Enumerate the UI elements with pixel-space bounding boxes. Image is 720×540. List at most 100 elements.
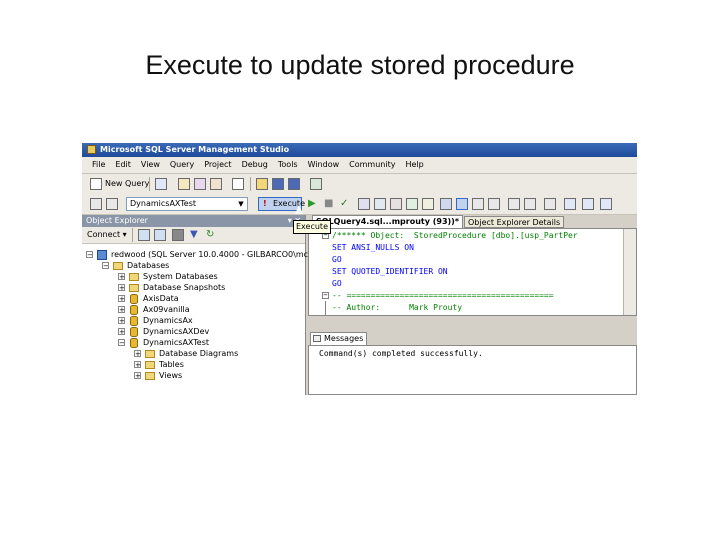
estimated-plan-icon[interactable]	[358, 198, 370, 210]
tree-node-label: Views	[159, 371, 183, 380]
menu-community[interactable]: Community	[344, 157, 400, 173]
expand-icon[interactable]: +	[118, 306, 125, 314]
server-icon	[97, 250, 107, 260]
new-file-icon[interactable]	[232, 178, 244, 190]
uncomment-icon[interactable]	[488, 198, 500, 210]
specify-values-icon[interactable]	[544, 198, 556, 210]
menu-project[interactable]: Project	[199, 157, 236, 173]
result-message: Command(s) completed successfully.	[319, 349, 483, 358]
sql-editor-toolbar: DynamicsAXTest ▼ ! Execute ▶ ■ ✓	[82, 194, 637, 215]
menu-help[interactable]: Help	[400, 157, 428, 173]
activity-monitor-icon[interactable]	[310, 178, 322, 190]
properties-icon[interactable]	[564, 198, 576, 210]
results-tab-strip: Messages	[308, 332, 637, 345]
folder-icon	[145, 361, 155, 369]
chevron-down-icon[interactable]: ▼	[236, 198, 246, 210]
mouse-cursor-icon	[295, 205, 303, 214]
results-to-grid-icon[interactable]	[406, 198, 418, 210]
expand-icon[interactable]: +	[118, 328, 125, 336]
open-file-icon[interactable]	[256, 178, 268, 190]
debug-play-icon[interactable]: ▶	[308, 198, 320, 210]
tree-node-label: System Databases	[143, 272, 218, 281]
menu-bar: File Edit View Query Project Debug Tools Window…	[82, 157, 637, 174]
xmla-query-icon[interactable]	[210, 178, 222, 190]
tree-node-label: redwood (SQL Server 10.0.4000 - GILBARCO…	[111, 250, 317, 259]
code-line: GO	[332, 279, 342, 288]
save-icon[interactable]	[272, 178, 284, 190]
connect-object-icon[interactable]	[138, 229, 150, 241]
menu-edit[interactable]: Edit	[110, 157, 136, 173]
new-query-icon[interactable]	[90, 178, 102, 190]
menu-debug[interactable]: Debug	[237, 157, 273, 173]
collapse-icon[interactable]: −	[118, 339, 125, 347]
code-line: /****** Object: StoredProcedure [dbo].[u…	[332, 231, 578, 240]
expand-icon[interactable]: +	[134, 361, 141, 369]
toolbar-separator	[149, 177, 150, 191]
tab-messages-label: Messages	[324, 334, 364, 343]
tab-object-explorer-details[interactable]: Object Explorer Details	[464, 216, 565, 228]
menu-window[interactable]: Window	[303, 157, 345, 173]
database-icon	[130, 338, 138, 348]
editor-tab-strip: SQLQuery4.sql...mprouty (93))* Object Ex…	[308, 215, 637, 228]
analysis-query-icon[interactable]	[178, 178, 190, 190]
folder-icon	[129, 273, 139, 281]
folder-icon	[145, 372, 155, 380]
expand-icon[interactable]: +	[134, 350, 141, 358]
include-plan-icon[interactable]	[440, 198, 452, 210]
save-all-icon[interactable]	[288, 178, 300, 190]
code-line: SET ANSI_NULLS ON	[332, 243, 414, 252]
expand-icon[interactable]: +	[118, 295, 125, 303]
expand-icon[interactable]: +	[118, 284, 125, 292]
filter-icon[interactable]: ▼	[190, 229, 202, 241]
available-databases-value: DynamicsAXTest	[130, 199, 197, 208]
results-to-file-icon[interactable]	[422, 198, 434, 210]
new-query-button[interactable]: New Query	[105, 178, 149, 190]
outline-margin	[325, 301, 326, 315]
query-editor[interactable]: − − /****** Object: StoredProcedure [dbo…	[308, 228, 637, 316]
expand-icon[interactable]: +	[134, 372, 141, 380]
toolbox-icon[interactable]	[582, 198, 594, 210]
execute-icon: !	[263, 199, 267, 208]
tree-node-label: DynamicsAx	[143, 316, 193, 325]
parse-icon[interactable]: ✓	[340, 198, 352, 210]
template-icon[interactable]	[600, 198, 612, 210]
tab-messages[interactable]: Messages	[310, 332, 368, 345]
folder-icon	[129, 284, 139, 292]
results-pane[interactable]: Command(s) completed successfully.	[308, 345, 637, 395]
database-engine-query-icon[interactable]	[155, 178, 167, 190]
expand-icon[interactable]: +	[118, 317, 125, 325]
connect-button[interactable]: Connect ▾	[87, 229, 127, 241]
comment-out-icon[interactable]	[472, 198, 484, 210]
menu-file[interactable]: File	[82, 157, 110, 173]
tree-node-label: DynamicsAXDev	[143, 327, 210, 336]
code-line: GO	[332, 255, 342, 264]
collapse-icon[interactable]: −	[102, 262, 109, 270]
menu-view[interactable]: View	[136, 157, 165, 173]
collapse-region-icon[interactable]: −	[322, 292, 329, 299]
execute-tooltip: Execute	[293, 220, 331, 234]
cancel-query-icon[interactable]: ■	[324, 198, 336, 210]
tab-query-editor[interactable]: SQLQuery4.sql...mprouty (93))*	[312, 215, 464, 228]
refresh-icon[interactable]: ↻	[206, 229, 218, 241]
stop-icon[interactable]	[172, 229, 184, 241]
tree-node-label: DynamicsAXTest	[143, 338, 210, 347]
results-to-text-icon[interactable]	[390, 198, 402, 210]
collapse-icon[interactable]: −	[86, 251, 93, 259]
vertical-scrollbar[interactable]	[623, 229, 636, 315]
available-databases-select[interactable]: DynamicsAXTest ▼	[126, 197, 248, 211]
query-designer-icon[interactable]	[374, 198, 386, 210]
tree-node-label: Tables	[159, 360, 184, 369]
connect-icon[interactable]	[90, 198, 102, 210]
expand-icon[interactable]: +	[118, 273, 125, 281]
decrease-indent-icon[interactable]	[508, 198, 520, 210]
folder-icon	[113, 262, 123, 270]
disconnect-icon[interactable]	[154, 229, 166, 241]
menu-tools[interactable]: Tools	[273, 157, 303, 173]
window-titlebar: Microsoft SQL Server Management Studio	[82, 143, 637, 157]
client-statistics-icon[interactable]	[456, 198, 468, 210]
increase-indent-icon[interactable]	[524, 198, 536, 210]
change-connection-icon[interactable]	[106, 198, 118, 210]
mdx-query-icon[interactable]	[194, 178, 206, 190]
menu-query[interactable]: Query	[165, 157, 199, 173]
tree-node-label: Databases	[127, 261, 170, 270]
